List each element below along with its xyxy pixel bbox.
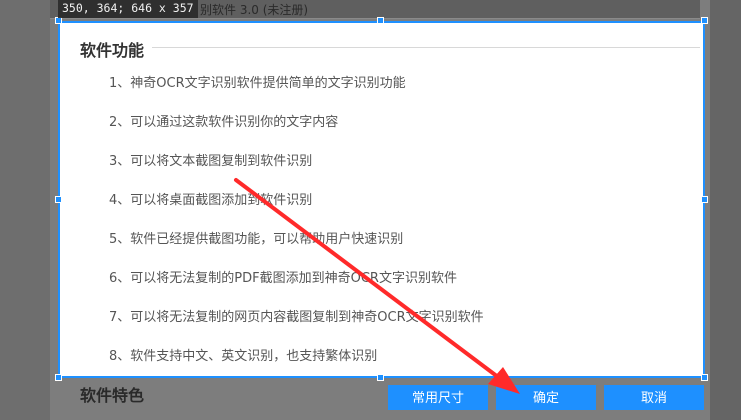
resize-handle-top-right[interactable] — [701, 17, 708, 24]
resize-handle-top-center[interactable] — [377, 17, 384, 24]
feature-item: 4、可以将桌面截图添加到软件识别 — [109, 193, 313, 208]
section-divider — [152, 47, 700, 48]
resize-handle-top-left[interactable] — [55, 17, 62, 24]
feature-item: 6、可以将无法复制的PDF截图添加到神奇OCR文字识别软件 — [109, 271, 457, 286]
resize-handle-middle-left[interactable] — [55, 196, 62, 203]
feature-item: 8、软件支持中文、英文识别，也支持繁体识别 — [109, 349, 378, 364]
resize-handle-bottom-right[interactable] — [701, 374, 708, 381]
feature-item: 2、可以通过这款软件识别你的文字内容 — [109, 115, 339, 130]
resize-handle-bottom-left[interactable] — [55, 374, 62, 381]
background-app-title: 别软件 3.0 (未注册) — [200, 3, 309, 17]
feature-item: 7、可以将无法复制的网页内容截图复制到神奇OCR文字识别软件 — [109, 310, 484, 325]
resize-handle-middle-right[interactable] — [701, 196, 708, 203]
dim-overlay-right — [710, 0, 741, 420]
selection-coordinates-readout: 350, 364; 646 x 357 — [58, 0, 198, 18]
section-title-features: 软件功能 — [80, 41, 145, 60]
confirm-button[interactable]: 确定 — [496, 385, 596, 410]
feature-item: 5、软件已经提供截图功能，可以帮助用户快速识别 — [109, 232, 404, 247]
section-title-highlights: 软件特色 — [80, 386, 145, 405]
feature-item: 1、神奇OCR文字识别软件提供简单的文字识别功能 — [109, 76, 406, 91]
common-size-button[interactable]: 常用尺寸 — [388, 385, 488, 410]
cancel-button[interactable]: 取消 — [604, 385, 704, 410]
feature-item: 3、可以将文本截图复制到软件识别 — [109, 154, 313, 169]
resize-handle-bottom-center[interactable] — [377, 374, 384, 381]
